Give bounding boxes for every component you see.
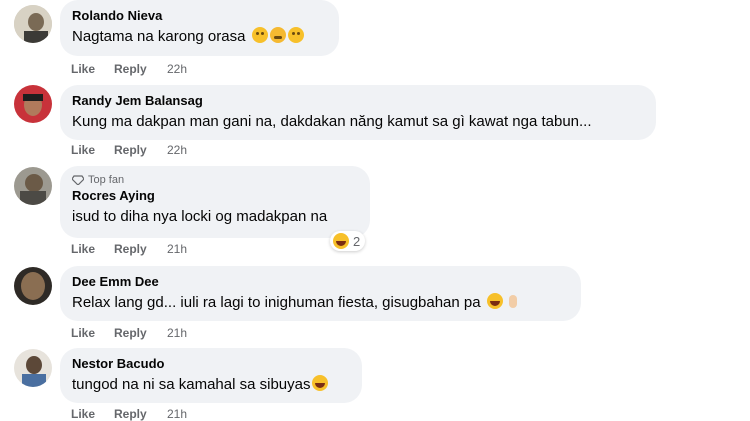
comment-text: isud to diha nya locki og madakpan na bbox=[72, 208, 328, 225]
commenter-name[interactable]: Dee Emm Dee bbox=[72, 273, 569, 290]
like-button[interactable]: Like bbox=[71, 407, 114, 421]
sweat-face-icon bbox=[269, 27, 286, 43]
like-button[interactable]: Like bbox=[71, 143, 114, 157]
comment-bubble: Randy Jem Balansag Kung ma dakpan man ga… bbox=[60, 85, 656, 140]
comment-text-content: Nagtama na karong orasa bbox=[72, 28, 246, 45]
commenter-name[interactable]: Rolando Nieva bbox=[72, 7, 327, 24]
comment-text: tungod na ni sa kamahal sa sibuyas bbox=[72, 375, 350, 395]
commenter-name[interactable]: Nestor Bacudo bbox=[72, 355, 350, 372]
rolling-laughing-face-icon bbox=[486, 293, 503, 309]
like-button[interactable]: Like bbox=[71, 242, 114, 256]
reply-button[interactable]: Reply bbox=[114, 326, 167, 340]
flushed-face-icon bbox=[251, 27, 268, 43]
comment-actions: Like Reply 21h bbox=[71, 407, 187, 421]
comment-text-content: Relax lang gd... iuli ra lagi to inighum… bbox=[72, 294, 481, 311]
comment-text-content: tungod na ni sa kamahal sa sibuyas bbox=[72, 376, 311, 393]
timestamp[interactable]: 21h bbox=[167, 326, 187, 340]
commenter-name[interactable]: Rocres Aying bbox=[72, 187, 358, 204]
avatar[interactable] bbox=[14, 167, 52, 205]
timestamp[interactable]: 21h bbox=[167, 407, 187, 421]
like-button[interactable]: Like bbox=[71, 326, 114, 340]
comment-actions: Like Reply 21h bbox=[71, 242, 187, 256]
comment-actions: Like Reply 21h bbox=[71, 326, 187, 340]
comment-bubble: Dee Emm Dee Relax lang gd... iuli ra lag… bbox=[60, 266, 581, 321]
comment-text: Relax lang gd... iuli ra lagi to inighum… bbox=[72, 293, 569, 313]
timestamp[interactable]: 22h bbox=[167, 62, 187, 76]
top-fan-badge: Top fan bbox=[72, 173, 358, 187]
avatar[interactable] bbox=[14, 5, 52, 43]
reply-button[interactable]: Reply bbox=[114, 407, 167, 421]
comment-bubble: Rolando Nieva Nagtama na karong orasa bbox=[60, 0, 339, 56]
avatar-image bbox=[14, 167, 52, 205]
timestamp[interactable]: 22h bbox=[167, 143, 187, 157]
avatar[interactable] bbox=[14, 267, 52, 305]
top-fan-label: Top fan bbox=[88, 174, 125, 186]
avatar-image bbox=[14, 349, 52, 387]
diamond-icon bbox=[72, 175, 84, 185]
avatar-image bbox=[14, 85, 52, 123]
avatar[interactable] bbox=[14, 349, 52, 387]
comment-bubble: Nestor Bacudo tungod na ni sa kamahal sa… bbox=[60, 348, 362, 403]
comment-bubble: Top fan Rocres Aying isud to diha nya lo… bbox=[60, 166, 370, 238]
commenter-name[interactable]: Randy Jem Balansag bbox=[72, 92, 644, 109]
haha-reaction-icon bbox=[333, 233, 349, 249]
reply-button[interactable]: Reply bbox=[114, 62, 167, 76]
timestamp[interactable]: 21h bbox=[167, 242, 187, 256]
reply-button[interactable]: Reply bbox=[114, 242, 167, 256]
reaction-summary[interactable]: 2 bbox=[330, 231, 366, 251]
comment-actions: Like Reply 22h bbox=[71, 143, 187, 157]
avatar[interactable] bbox=[14, 85, 52, 123]
reaction-count: 2 bbox=[353, 233, 361, 249]
comment-text: Nagtama na karong orasa bbox=[72, 27, 327, 47]
avatar-image bbox=[14, 5, 52, 43]
victory-hand-icon bbox=[505, 293, 521, 309]
like-button[interactable]: Like bbox=[71, 62, 114, 76]
comment-actions: Like Reply 22h bbox=[71, 62, 187, 76]
rolling-laughing-face-icon bbox=[312, 375, 329, 391]
flushed-face-icon bbox=[287, 27, 304, 43]
comment-text: Kung ma dakpan man gani na, dakdakan năn… bbox=[72, 113, 592, 130]
reply-button[interactable]: Reply bbox=[114, 143, 167, 157]
avatar-image bbox=[14, 267, 52, 305]
